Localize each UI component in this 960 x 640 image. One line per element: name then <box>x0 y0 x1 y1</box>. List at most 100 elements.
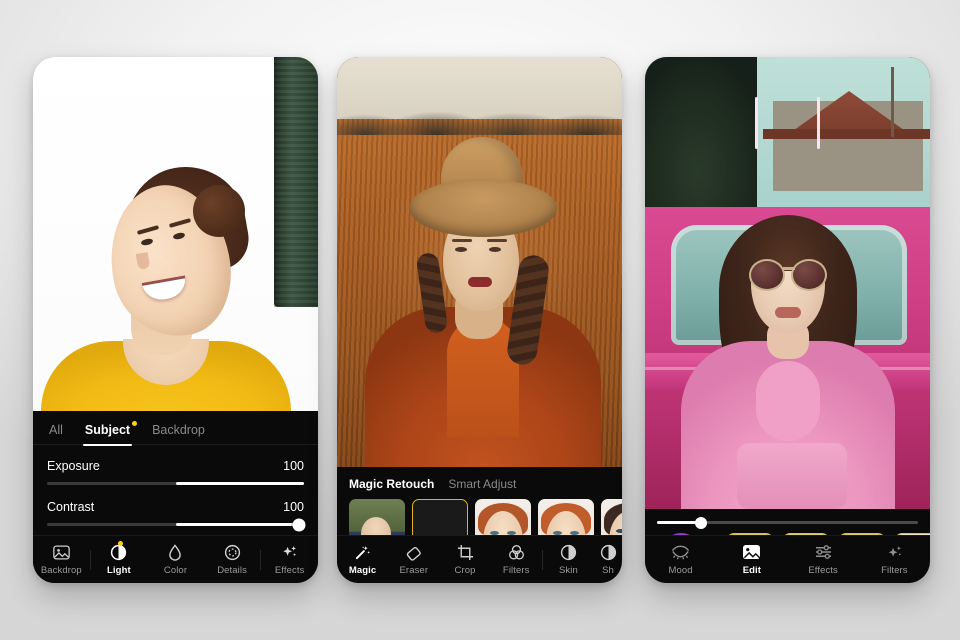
slider-contrast-label: Contrast <box>47 500 95 514</box>
screenshot-stage: All Subject Backdrop Exposure 100 Contra… <box>0 0 960 640</box>
toolbar-item-eraser-label: Eraser <box>399 565 429 576</box>
photo-canvas-pink-car[interactable] <box>645 57 930 509</box>
photo-house-eave <box>763 129 930 139</box>
slider-contrast-value: 100 <box>283 500 304 514</box>
crop-icon <box>457 543 474 561</box>
photo-treeline <box>337 77 622 135</box>
subject-sunglasses-lens <box>791 259 827 291</box>
phone-editor-light: All Subject Backdrop Exposure 100 Contra… <box>33 57 318 583</box>
bottom-toolbar: Magic Eraser Crop Filters Skin Sh <box>337 535 622 583</box>
details-circle-icon <box>224 543 241 561</box>
tab-backdrop[interactable]: Backdrop <box>150 421 207 446</box>
photo-canvas-portrait-white[interactable] <box>33 57 318 411</box>
toolbar-item-filters-label: Filters <box>881 565 908 576</box>
sliders-icon <box>814 543 833 561</box>
toolbar-item-color[interactable]: Color <box>147 543 204 576</box>
toolbar-item-eraser[interactable]: Eraser <box>388 543 439 576</box>
subject-hat-brim <box>409 179 557 237</box>
toolbar-item-magic-label: Magic <box>348 565 377 576</box>
bottom-toolbar: Backdrop Light Color Details Effects <box>33 535 318 583</box>
toolbar-item-crop-label: Crop <box>454 565 476 576</box>
toolbar-item-effects[interactable]: Effects <box>788 543 859 576</box>
video-timeline-panel: Music 3s 5s 5s 4s <box>645 509 930 583</box>
subject-lips <box>468 277 492 287</box>
toolbar-item-crop[interactable]: Crop <box>439 543 490 576</box>
subject-eye <box>455 247 467 252</box>
subject-sunglasses-bridge <box>783 267 795 270</box>
retouch-panel: Magic Retouch Smart Adjust None Morning <box>337 467 622 583</box>
subject-hoodie-string <box>755 97 758 149</box>
toolbar-item-mood-label: Mood <box>668 565 693 576</box>
slider-exposure[interactable]: Exposure 100 <box>47 459 304 485</box>
tab-smart-adjust-label: Smart Adjust <box>448 477 517 491</box>
toolbar-item-light[interactable]: Light <box>91 541 148 576</box>
phone-editor-video: Music 3s 5s 5s 4s <box>645 57 930 583</box>
toolbar-item-color-label: Color <box>163 565 188 576</box>
subject-eyebrow <box>452 239 472 242</box>
green-shutter-backdrop <box>274 57 318 307</box>
subject-hoodie-string <box>817 97 820 149</box>
eye-mood-icon <box>671 543 690 561</box>
toolbar-item-filters[interactable]: Filters <box>859 543 930 576</box>
subject-lips <box>775 307 801 318</box>
slider-exposure-value: 100 <box>283 459 304 473</box>
subject-eye <box>489 247 501 252</box>
toolbar-item-shape[interactable]: Sh <box>594 543 622 576</box>
shape-contrast-icon <box>600 543 617 561</box>
tab-magic-retouch[interactable]: Magic Retouch <box>349 477 434 491</box>
toolbar-item-filters[interactable]: Filters <box>491 543 542 576</box>
image-icon <box>53 543 70 561</box>
magic-wand-icon <box>354 543 371 561</box>
tab-all[interactable]: All <box>47 421 65 446</box>
slider-contrast[interactable]: Contrast 100 <box>47 500 306 531</box>
eraser-icon <box>405 543 422 561</box>
slider-contrast-knob[interactable] <box>292 518 306 531</box>
scope-tabs: All Subject Backdrop <box>33 411 318 446</box>
tab-backdrop-label: Backdrop <box>152 423 205 437</box>
subject-eyebrow <box>487 239 507 242</box>
droplet-icon <box>168 543 182 561</box>
toolbar-item-effects[interactable]: Effects <box>261 543 318 576</box>
toolbar-item-mood[interactable]: Mood <box>645 543 716 576</box>
photo-canvas-autumn-portrait[interactable] <box>337 57 622 467</box>
toolbar-item-backdrop-label: Backdrop <box>40 565 82 576</box>
retouch-tabs: Magic Retouch Smart Adjust <box>337 467 622 499</box>
photo-utility-pole <box>891 67 894 137</box>
toolbar-item-shape-label: Sh <box>602 565 614 576</box>
playback-knob[interactable] <box>695 516 708 529</box>
subject-sunglasses-lens <box>749 259 785 291</box>
toolbar-item-light-label: Light <box>107 565 131 576</box>
skin-contrast-icon <box>560 543 577 561</box>
toolbar-item-magic[interactable]: Magic <box>337 543 388 576</box>
slider-exposure-track[interactable] <box>47 482 304 485</box>
toolbar-item-backdrop[interactable]: Backdrop <box>33 543 90 576</box>
tab-all-label: All <box>49 423 63 437</box>
toolbar-item-details-label: Details <box>217 565 247 576</box>
filters-circles-icon <box>508 543 525 561</box>
toolbar-item-filters-label: Filters <box>502 565 530 576</box>
sparkles-icon <box>886 543 903 561</box>
toolbar-item-details[interactable]: Details <box>204 543 261 576</box>
toolbar-item-effects-label: Effects <box>274 565 305 576</box>
adjustment-panel: All Subject Backdrop Exposure 100 Contra… <box>33 411 318 583</box>
slider-contrast-fill <box>175 523 304 526</box>
tab-magic-retouch-label: Magic Retouch <box>349 477 435 491</box>
playback-track[interactable] <box>657 516 918 529</box>
tab-badge-dot-icon <box>132 421 138 426</box>
toolbar-item-effects-label: Effects <box>808 565 838 576</box>
slider-contrast-track[interactable] <box>47 518 306 531</box>
subject-bag <box>737 443 847 509</box>
subject-hair-bun <box>193 185 245 237</box>
image-filled-icon <box>742 543 761 561</box>
toolbar-item-edit[interactable]: Edit <box>716 543 787 576</box>
tab-subject-label: Subject <box>84 423 131 437</box>
sparkles-icon <box>281 543 298 561</box>
bottom-toolbar: Mood Edit Effects Filters <box>645 535 930 583</box>
toolbar-item-skin-label: Skin <box>558 565 578 576</box>
tab-smart-adjust[interactable]: Smart Adjust <box>448 477 516 491</box>
tab-subject[interactable]: Subject <box>82 421 138 446</box>
playback-progress[interactable] <box>645 509 930 529</box>
toolbar-item-skin[interactable]: Skin <box>543 543 594 576</box>
toolbar-item-edit-label: Edit <box>742 565 762 576</box>
slider-exposure-label: Exposure <box>47 459 100 473</box>
